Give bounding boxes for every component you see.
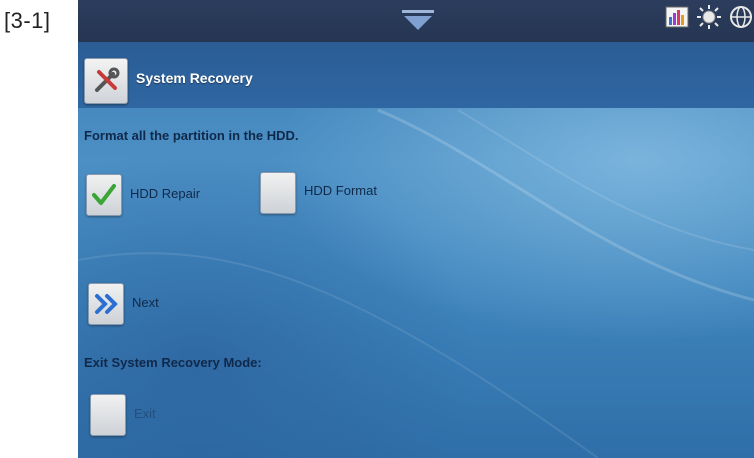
next-button[interactable] bbox=[88, 283, 124, 325]
tools-icon bbox=[84, 58, 128, 104]
instruction-text: Format all the partition in the HDD. bbox=[84, 128, 299, 143]
globe-icon[interactable] bbox=[728, 4, 754, 30]
title-bar: System Recovery bbox=[78, 42, 754, 108]
hdd-format-checkbox[interactable] bbox=[260, 172, 296, 214]
page-title: System Recovery bbox=[136, 70, 253, 86]
exit-label[interactable]: Exit bbox=[134, 406, 156, 421]
pull-down-handle-icon[interactable] bbox=[400, 6, 436, 32]
figure-label: [3-1] bbox=[4, 8, 51, 33]
status-bar bbox=[78, 0, 754, 43]
checkmark-icon bbox=[92, 184, 116, 205]
hdd-format-label[interactable]: HDD Format bbox=[304, 183, 377, 198]
hdd-repair-checkbox[interactable] bbox=[86, 174, 122, 216]
bar-chart-icon[interactable] bbox=[664, 5, 690, 29]
exit-button[interactable] bbox=[90, 394, 126, 436]
next-label[interactable]: Next bbox=[132, 295, 159, 310]
exit-section-label: Exit System Recovery Mode: bbox=[84, 355, 262, 370]
hdd-repair-label[interactable]: HDD Repair bbox=[130, 186, 200, 201]
brightness-icon[interactable] bbox=[696, 4, 722, 30]
double-chevron-right-icon bbox=[95, 294, 118, 314]
device-screen: System Recovery Format all the partition… bbox=[78, 0, 754, 458]
